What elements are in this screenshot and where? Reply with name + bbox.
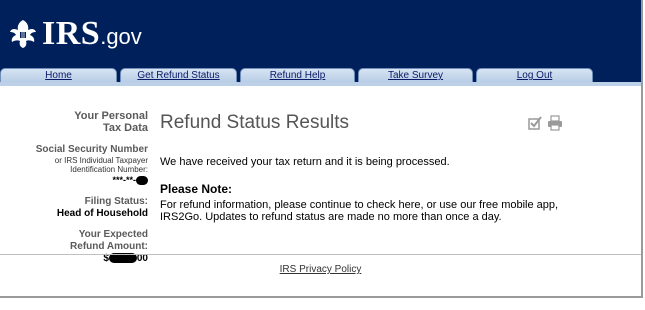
header-band [0,82,641,86]
footer-divider [0,254,641,255]
refund-label-line1: Your Expected [78,229,148,240]
note-text: For refund information, please continue … [160,199,559,223]
ssn-redaction [136,176,148,186]
tab-log-out[interactable]: Log Out [476,68,593,82]
filing-status-label: Filing Status: [84,196,148,207]
page-frame: IRS .gov Home Get Refund Status Refund H… [0,0,643,298]
ssn-sublabel-2: Identification Number: [70,165,148,174]
note-heading: Please Note: [160,182,233,196]
ssn-label: Social Security Number [35,144,148,155]
panel-heading-line2: Tax Data [102,122,148,134]
site-header: IRS .gov Home Get Refund Status Refund H… [0,0,641,82]
tab-refund-help[interactable]: Refund Help [240,68,355,82]
tab-home[interactable]: Home [0,68,117,82]
panel-heading-line1: Your Personal [74,110,148,122]
filing-status-value: Head of Household [56,208,148,219]
tab-take-survey[interactable]: Take Survey [358,68,473,82]
title-icons [527,115,563,131]
status-message: We have received your tax return and it … [160,156,450,168]
privacy-policy-link[interactable]: IRS Privacy Policy [0,264,641,275]
irs-logo[interactable]: IRS .gov [8,14,142,54]
logo-irs-text: IRS [42,15,101,52]
refund-label-line2: Refund Amount: [70,241,148,252]
ssn-visible-part: ***-**- [112,175,136,185]
nav-tabs: Home Get Refund Status Refund Help Take … [0,68,641,82]
ssn-sublabel-1: or IRS Individual Taxpayer [54,156,148,165]
eagle-icon [10,20,36,48]
printer-icon[interactable] [547,115,563,131]
tab-get-refund-status[interactable]: Get Refund Status [120,68,237,82]
personal-tax-data-panel: Your Personal Tax Data Social Security N… [0,110,148,265]
check-icon[interactable] [527,115,543,131]
ssn-value: ***-**- [0,174,148,186]
logo-gov-text: .gov [100,24,142,49]
